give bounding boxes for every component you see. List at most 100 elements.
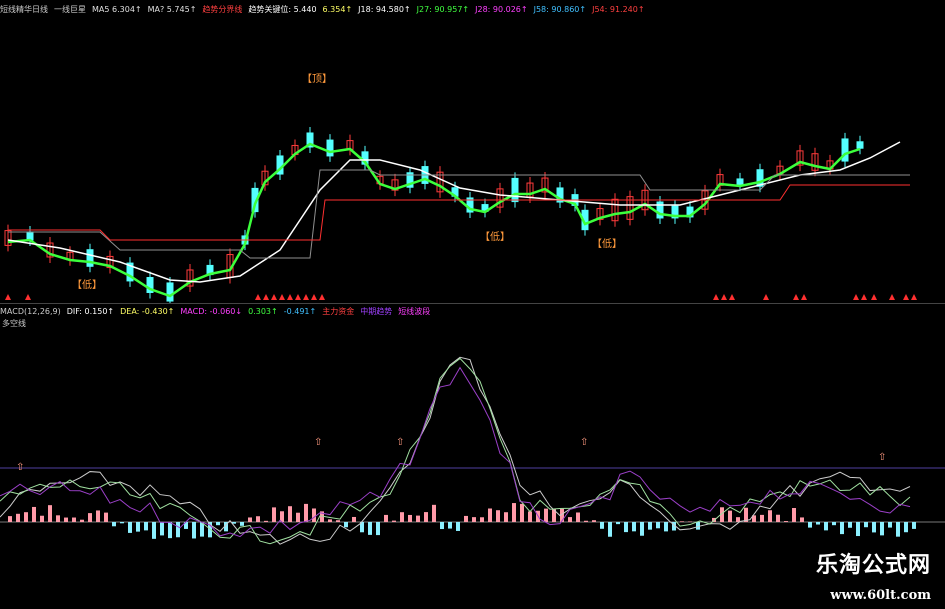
macd-bar (408, 514, 412, 522)
macd-bar (160, 522, 164, 536)
up-arrow-icon: ⇧ (314, 437, 322, 448)
macd-bar (176, 522, 180, 538)
macd-bar (576, 512, 580, 522)
up-arrow-icon: ⇧ (16, 462, 24, 473)
bottom-signal-tag: 【低】 (72, 280, 102, 291)
macd-bar (680, 521, 684, 522)
macd-bar (72, 517, 76, 522)
macd-bar (312, 508, 316, 522)
up-arrow-icon: ⇧ (878, 452, 886, 463)
macd-bar (80, 519, 84, 522)
macd-bar (784, 521, 788, 522)
macd-bar (120, 522, 124, 524)
macd-bar (648, 522, 652, 530)
macd-bar (584, 520, 588, 522)
macd-bar (56, 515, 60, 522)
macd-bar (664, 522, 668, 532)
bottom-signal-tag: 【低】 (480, 232, 510, 243)
macd-bar (456, 522, 460, 531)
macd-bar (96, 510, 100, 522)
macd-bar (288, 506, 292, 522)
macd-bar (728, 510, 732, 522)
macd-bar (832, 522, 836, 526)
macd-bar (840, 522, 844, 535)
macd-bar (448, 522, 452, 529)
macd-bar (600, 522, 604, 529)
macd-bar (760, 514, 764, 522)
macd-bar (880, 522, 884, 536)
macd-bar (544, 508, 548, 522)
macd-bar (624, 522, 628, 533)
macd-bar (240, 522, 244, 526)
watermark-logo: 乐淘公式网 (815, 553, 931, 578)
macd-bar (640, 522, 644, 536)
macd-bar (64, 517, 68, 522)
indicator-chart[interactable]: ⇧ ⇧ ⇧ ⇧ ⇧ (0, 0, 945, 609)
macd-bar (152, 522, 156, 539)
macd-bar (136, 522, 140, 532)
macd-bar (504, 512, 508, 522)
macd-bar (272, 507, 276, 522)
macd-bar (896, 522, 900, 537)
macd-bar (392, 520, 396, 522)
macd-bar (440, 522, 444, 530)
macd-bar (768, 510, 772, 522)
macd-bar (864, 522, 868, 528)
macd-bar (424, 512, 428, 522)
macd-bar (512, 503, 516, 522)
macd-bar (888, 522, 892, 528)
macd-bar (464, 515, 468, 522)
macd-bar (368, 522, 372, 535)
macd-bar (24, 512, 28, 522)
macd-bar (40, 515, 44, 522)
macd-bar (352, 516, 356, 522)
macd-bar (792, 508, 796, 522)
macd-bar (296, 512, 300, 522)
indicator-line-j (0, 366, 911, 538)
bottom-signal-tag: 【低】 (592, 239, 622, 250)
macd-bar (216, 522, 220, 526)
macd-bar (104, 512, 108, 522)
macd-bar (848, 522, 852, 528)
macd-bar (16, 513, 20, 522)
macd-bar (304, 503, 308, 522)
macd-bar (904, 522, 908, 533)
macd-bar (416, 515, 420, 522)
up-arrow-icon: ⇧ (396, 437, 404, 448)
macd-bar (128, 522, 132, 533)
macd-bar (248, 517, 252, 522)
macd-bar (376, 522, 380, 536)
macd-bar (400, 512, 404, 522)
macd-bar (264, 520, 268, 522)
indicator-line-d (0, 357, 911, 545)
macd-bar (112, 522, 116, 527)
macd-bar (656, 522, 660, 529)
macd-bar (528, 511, 532, 522)
macd-bar (192, 522, 196, 539)
macd-bar (776, 514, 780, 522)
macd-bar (912, 522, 916, 529)
macd-bar (344, 522, 348, 528)
macd-bar (736, 517, 740, 522)
macd-bar (144, 522, 148, 531)
macd-bar (488, 508, 492, 522)
macd-bar (32, 506, 36, 522)
macd-bar (616, 522, 620, 525)
macd-bar (432, 504, 436, 522)
macd-bar (472, 517, 476, 522)
macd-bar (48, 505, 52, 522)
macd-bar (8, 516, 12, 522)
macd-bar (808, 522, 812, 528)
macd-bar (824, 522, 828, 531)
macd-bar (336, 520, 340, 522)
macd-bar (496, 510, 500, 522)
macd-bar (856, 522, 860, 537)
macd-bar (168, 522, 172, 539)
macd-bar (480, 517, 484, 522)
up-arrow-icon: ⇧ (580, 437, 588, 448)
macd-bar (88, 513, 92, 522)
macd-bar (384, 514, 388, 522)
watermark-url: www.60lt.com (830, 588, 931, 603)
macd-bar (568, 517, 572, 522)
macd-bar (520, 503, 524, 522)
